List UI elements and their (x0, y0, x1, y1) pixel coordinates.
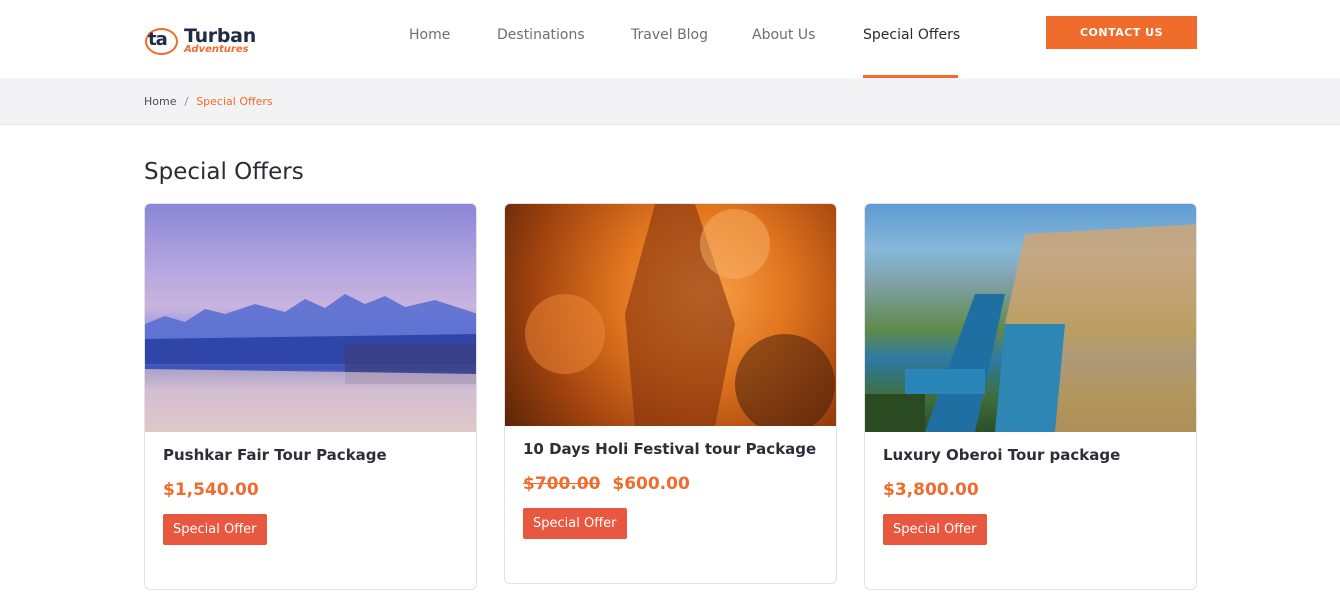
offer-title[interactable]: Luxury Oberoi Tour package (883, 446, 1178, 464)
offer-card[interactable]: 10 Days Holi Festival tour Package $700.… (504, 203, 837, 584)
offer-image-holi[interactable] (505, 204, 836, 426)
offer-price: $700.00 $600.00 (523, 474, 818, 494)
special-offer-badge[interactable]: Special Offer (163, 514, 267, 545)
nav-home[interactable]: Home (409, 27, 450, 43)
special-offer-badge[interactable]: Special Offer (883, 514, 987, 545)
breadcrumb: Home / Special Offers (144, 95, 273, 108)
offer-current-price: $600.00 (612, 474, 690, 494)
logo-mark-icon: ta (144, 25, 180, 57)
offer-price: $3,800.00 (883, 480, 1178, 500)
breadcrumb-home[interactable]: Home (144, 95, 176, 108)
offer-image-pushkar[interactable] (145, 204, 476, 432)
nav-travel-blog[interactable]: Travel Blog (631, 27, 708, 43)
nav-destinations[interactable]: Destinations (497, 27, 585, 43)
page-title: Special Offers (144, 159, 304, 185)
breadcrumb-separator: / (184, 95, 189, 108)
offer-title[interactable]: 10 Days Holi Festival tour Package (523, 440, 818, 458)
offer-card[interactable]: Luxury Oberoi Tour package $3,800.00 Spe… (864, 203, 1197, 590)
site-header: ta Turban Adventures Home Destinations T… (0, 0, 1340, 78)
logo-subname: Adventures (184, 44, 249, 55)
offer-title[interactable]: Pushkar Fair Tour Package (163, 446, 458, 464)
breadcrumb-bar: Home / Special Offers (0, 78, 1340, 125)
offer-price: $1,540.00 (163, 480, 458, 500)
brand-logo[interactable]: ta Turban Adventures (144, 22, 279, 60)
offer-image-oberoi[interactable] (865, 204, 1196, 432)
offer-card[interactable]: Pushkar Fair Tour Package $1,540.00 Spec… (144, 203, 477, 590)
contact-us-button[interactable]: CONTACT US (1046, 16, 1197, 49)
logo-text: Turban Adventures (184, 27, 256, 55)
nav-about-us[interactable]: About Us (752, 27, 815, 43)
breadcrumb-current: Special Offers (196, 95, 273, 108)
offer-current-price: $3,800.00 (883, 480, 979, 500)
nav-special-offers[interactable]: Special Offers (863, 27, 960, 43)
special-offer-badge[interactable]: Special Offer (523, 508, 627, 539)
offer-original-price: $700.00 (523, 474, 601, 494)
offer-current-price: $1,540.00 (163, 480, 259, 500)
